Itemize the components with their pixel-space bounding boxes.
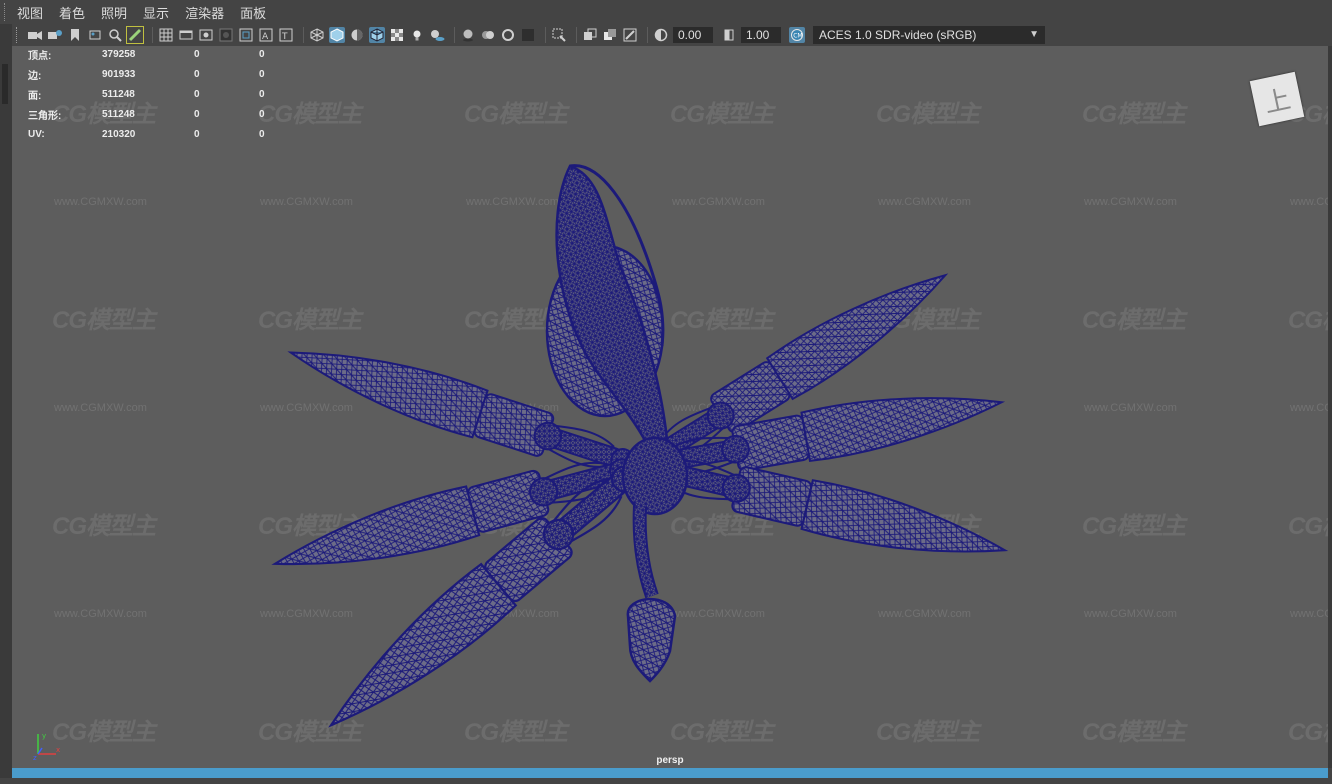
hud-value: 0 [194, 88, 200, 100]
hud-value: 0 [194, 128, 200, 140]
field-chart-icon[interactable] [238, 27, 254, 43]
bookmark-icon[interactable] [67, 27, 83, 43]
camera-icon[interactable] [27, 27, 43, 43]
default-material-icon[interactable] [349, 27, 365, 43]
grid-icon[interactable] [158, 27, 174, 43]
safe-title-icon[interactable]: T [278, 27, 294, 43]
menu-bar: 视图 着色 照明 显示 渲染器 面板 [0, 0, 1332, 24]
hud-value: 0 [259, 108, 265, 120]
shadows-icon[interactable] [429, 27, 445, 43]
toolbar-separator [152, 27, 153, 43]
toolbar-separator [545, 27, 546, 43]
hud-value: 0 [259, 68, 265, 80]
menu-show[interactable]: 显示 [143, 3, 169, 22]
camera-name-label: persp [656, 755, 684, 766]
image-plane-icon[interactable] [87, 27, 103, 43]
left-panel-edge [0, 24, 12, 784]
hud-row-vertices: 顶点: 379258 0 0 [28, 46, 289, 64]
film-gate-icon[interactable] [178, 27, 194, 43]
hud-value: 0 [259, 128, 265, 140]
safe-action-icon[interactable]: A [258, 27, 274, 43]
camera-attr-icon[interactable] [47, 27, 63, 43]
menu-view[interactable]: 视图 [17, 3, 43, 22]
2d-pan-zoom-icon[interactable] [107, 27, 123, 43]
view-cube-face-label: 上 [1261, 83, 1294, 118]
hud-value: 511248 [102, 88, 135, 100]
hud-value: 511248 [102, 108, 135, 120]
right-panel-edge [1328, 46, 1332, 768]
smooth-shade-icon[interactable] [329, 27, 345, 43]
toolbar-separator [576, 27, 577, 43]
panel-toolbar: A T 0.00 1.00 CM ACES 1.0 SDR-video (sRG… [0, 24, 1332, 46]
exposure-icon[interactable] [653, 27, 669, 43]
perspective-viewport[interactable]: CG模型主CG模型主CG模型主CG模型主CG模型主CG模型主CG模型主CG模型主… [12, 46, 1328, 768]
svg-text:CM: CM [793, 33, 802, 40]
menu-panels[interactable]: 面板 [240, 3, 266, 22]
isolate-select-icon[interactable] [551, 27, 567, 43]
hud-label: UV: [28, 128, 45, 140]
toolbar-separator [303, 27, 304, 43]
hud-value: 0 [194, 48, 200, 60]
depth-of-field-icon[interactable] [520, 27, 536, 43]
hud-label: 面: [28, 90, 42, 102]
hud-label: 边: [28, 70, 42, 82]
motion-blur-icon[interactable] [480, 27, 496, 43]
hud-label: 三角形: [28, 110, 62, 122]
menu-renderer[interactable]: 渲染器 [185, 3, 224, 22]
poly-count-hud: 顶点: 379258 0 0 边: 901933 0 0 面: 511248 0… [28, 46, 289, 144]
exposure-field[interactable]: 0.00 [673, 27, 713, 43]
toolbar-separator [454, 27, 455, 43]
use-all-lights-icon[interactable] [409, 27, 425, 43]
resolution-gate-icon[interactable] [198, 27, 214, 43]
wireframe-icon[interactable] [309, 27, 325, 43]
menu-lighting[interactable]: 照明 [101, 3, 127, 22]
gamma-icon[interactable] [721, 27, 737, 43]
active-panel-indicator [12, 768, 1328, 778]
hud-value: 0 [259, 88, 265, 100]
textured-icon[interactable] [389, 27, 405, 43]
xray-joints-icon[interactable] [622, 27, 638, 43]
hud-row-uvs: UV: 210320 0 0 [28, 124, 289, 144]
xray-icon[interactable] [582, 27, 598, 43]
bottom-strip [0, 778, 1332, 784]
anti-aliasing-icon[interactable] [500, 27, 516, 43]
wireframe-model[interactable] [12, 46, 1328, 768]
gamma-field[interactable]: 1.00 [741, 27, 781, 43]
hud-value: 0 [259, 48, 265, 60]
hud-value: 901933 [102, 68, 136, 80]
gate-mask-icon[interactable] [218, 27, 234, 43]
hud-value: 379258 [102, 48, 136, 60]
panel-resize-handle[interactable] [2, 64, 8, 104]
toolbar-grip[interactable] [16, 27, 21, 43]
hud-row-edges: 边: 901933 0 0 [28, 64, 289, 84]
toolbar-separator [647, 27, 648, 43]
xray-active-icon[interactable] [602, 27, 618, 43]
chevron-down-icon: ▼ [1029, 29, 1039, 40]
model-group [267, 164, 1012, 748]
axis-x-label: x [56, 746, 60, 754]
axis-y-label: y [42, 732, 46, 740]
color-space-value: ACES 1.0 SDR-video (sRGB) [819, 28, 977, 42]
color-space-dropdown[interactable]: ACES 1.0 SDR-video (sRGB) ▼ [813, 26, 1045, 44]
view-cube[interactable]: 上 [1249, 71, 1305, 127]
menu-shading[interactable]: 着色 [59, 3, 85, 22]
screen-space-ao-icon[interactable] [460, 27, 476, 43]
svg-text:A: A [262, 32, 269, 42]
hud-label: 顶点: [28, 50, 52, 62]
hud-row-faces: 面: 511248 0 0 [28, 84, 289, 104]
hud-value: 0 [194, 108, 200, 120]
hud-value: 210320 [102, 128, 136, 140]
menu-grip[interactable] [4, 3, 11, 21]
hud-value: 0 [194, 68, 200, 80]
wireframe-on-shaded-icon[interactable] [369, 27, 385, 43]
grease-pencil-icon[interactable] [126, 26, 144, 44]
color-management-icon[interactable]: CM [789, 27, 805, 43]
svg-text:T: T [281, 32, 288, 42]
hud-row-triangles: 三角形: 511248 0 0 [28, 104, 289, 124]
